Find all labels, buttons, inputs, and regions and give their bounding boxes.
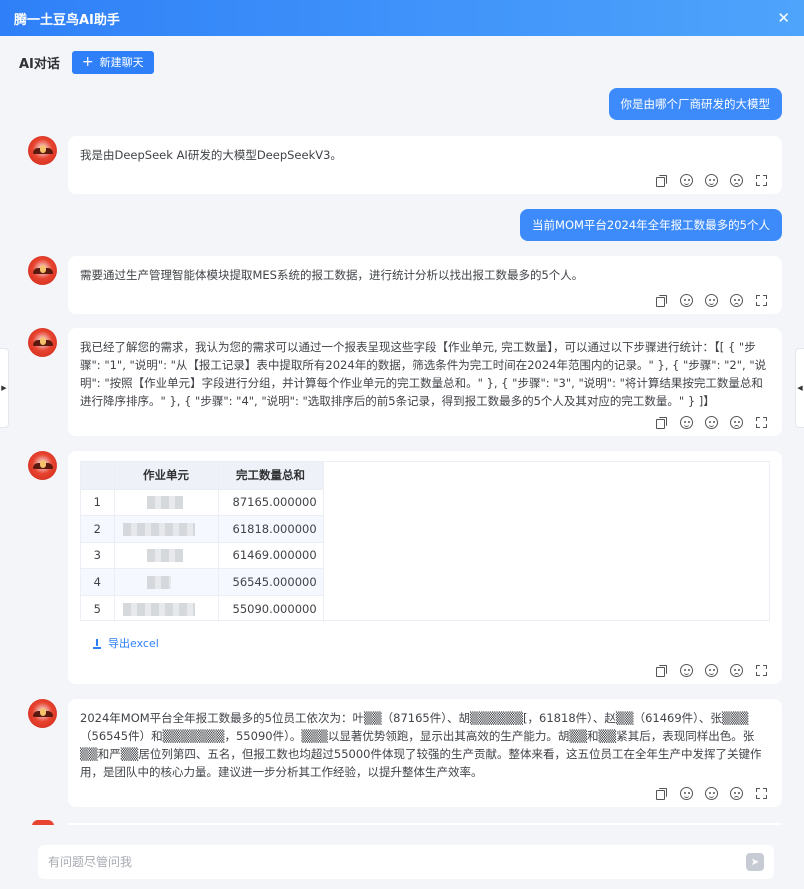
dislike-icon[interactable]	[730, 174, 743, 187]
table-row: 1 87165.000000	[81, 488, 324, 516]
download-icon	[92, 639, 102, 649]
bot-message: 我是由DeepSeek AI研发的大模型DeepSeekV3。	[68, 136, 782, 194]
dislike-icon[interactable]	[730, 416, 743, 429]
fullscreen-icon[interactable]	[755, 416, 768, 429]
bot-avatar	[28, 328, 57, 357]
like-icon[interactable]	[680, 664, 693, 677]
table-row: 4 56545.000000	[81, 568, 324, 595]
user-message: 你是由哪个厂商研发的大模型	[608, 88, 782, 120]
window-title: 腾一土豆鸟AI助手	[14, 12, 120, 28]
row-index: 2	[81, 515, 115, 542]
export-excel-link[interactable]: 导出excel	[92, 635, 770, 653]
send-button[interactable]: ➤	[746, 853, 764, 871]
bot-message-text: 我是由DeepSeek AI研发的大模型DeepSeekV3。	[80, 148, 342, 162]
row-index: 4	[81, 568, 115, 595]
like-icon[interactable]	[680, 294, 693, 307]
chat-input[interactable]	[48, 855, 746, 869]
bot-avatar	[28, 136, 57, 165]
neutral-icon[interactable]	[705, 174, 718, 187]
bot-avatar	[28, 451, 57, 480]
copy-icon[interactable]	[655, 174, 668, 187]
like-icon[interactable]	[680, 174, 693, 187]
new-chat-label: 新建聊天	[99, 56, 144, 69]
redacted-name	[114, 594, 219, 622]
row-value: 61469.000000	[218, 541, 324, 569]
row-value: 56545.000000	[218, 568, 324, 595]
table-row: 3 61469.000000	[81, 541, 324, 569]
dislike-icon[interactable]	[730, 664, 743, 677]
fullscreen-icon[interactable]	[755, 174, 768, 187]
chat-input-box[interactable]: ➤	[38, 845, 774, 879]
close-icon[interactable]: ✕	[777, 10, 790, 26]
copy-icon[interactable]	[655, 294, 668, 307]
bot-avatar	[28, 256, 57, 285]
fullscreen-icon[interactable]	[755, 294, 768, 307]
chat-header: AI对话 + 新建聊天	[0, 36, 804, 88]
new-chat-button[interactable]: + 新建聊天	[71, 50, 154, 74]
bot-message-text: 我已经了解您的需求，我认为您的需求可以通过一个报表呈现这些字段【作业单元, 完工…	[80, 340, 767, 408]
send-icon: ➤	[750, 856, 760, 868]
neutral-icon[interactable]	[705, 294, 718, 307]
bot-avatar	[28, 699, 57, 728]
bot-message: 需要通过生产管理智能体模块提取MES系统的报工数据，进行统计分析以找出报工数最多…	[68, 256, 782, 314]
export-excel-label: 导出excel	[108, 637, 159, 650]
message-actions	[655, 174, 768, 187]
row-index: 1	[81, 488, 115, 516]
neutral-icon[interactable]	[705, 664, 718, 677]
bot-message-partial	[68, 823, 782, 825]
row-value: 55090.000000	[218, 594, 324, 622]
table-row: 5 55090.000000	[81, 594, 324, 622]
plus-icon: +	[81, 54, 94, 70]
result-table: 作业单元 完工数量总和 1 87165.000000 2 61818.00000…	[80, 461, 770, 622]
copy-icon[interactable]	[655, 416, 668, 429]
bot-table-message: 作业单元 完工数量总和 1 87165.000000 2 61818.00000…	[68, 451, 782, 684]
page-title: AI对话	[19, 56, 60, 72]
table-row: 2 61818.000000	[81, 515, 324, 542]
bot-message: 我已经了解您的需求，我认为您的需求可以通过一个报表呈现这些字段【作业单元, 完工…	[68, 328, 782, 436]
copy-icon[interactable]	[655, 787, 668, 800]
bot-avatar-partial	[32, 820, 54, 825]
redacted-name	[114, 541, 219, 569]
table-header-unit: 作业单元	[114, 462, 219, 489]
bot-message-text: 2024年MOM平台全年报工数最多的5位员工依次为：叶▒▒（87165件）、胡▒…	[80, 711, 762, 779]
chat-area[interactable]: 你是由哪个厂商研发的大模型 我是由DeepSeek AI研发的大模型DeepSe…	[0, 88, 804, 825]
row-value: 87165.000000	[218, 488, 324, 516]
table-header-total: 完工数量总和	[218, 462, 324, 489]
table-header-index	[81, 462, 115, 489]
row-value: 61818.000000	[218, 515, 324, 542]
redacted-name	[114, 515, 219, 542]
like-icon[interactable]	[680, 787, 693, 800]
title-bar: 腾一土豆鸟AI助手 ✕	[0, 0, 804, 36]
table-header-row: 作业单元 完工数量总和	[81, 462, 324, 489]
message-actions	[655, 416, 768, 429]
dislike-icon[interactable]	[730, 294, 743, 307]
row-index: 5	[81, 594, 115, 622]
user-message: 当前MOM平台2024年全年报工数最多的5个人	[520, 209, 782, 241]
redacted-name	[114, 568, 219, 595]
bot-message: 2024年MOM平台全年报工数最多的5位员工依次为：叶▒▒（87165件）、胡▒…	[68, 699, 782, 807]
like-icon[interactable]	[680, 416, 693, 429]
bot-message-text: 需要通过生产管理智能体模块提取MES系统的报工数据，进行统计分析以找出报工数最多…	[80, 268, 584, 282]
redacted-name	[114, 488, 219, 516]
row-index: 3	[81, 541, 115, 569]
fullscreen-icon[interactable]	[755, 664, 768, 677]
message-actions	[655, 664, 768, 677]
neutral-icon[interactable]	[705, 416, 718, 429]
neutral-icon[interactable]	[705, 787, 718, 800]
message-actions	[655, 787, 768, 800]
message-actions	[655, 294, 768, 307]
copy-icon[interactable]	[655, 664, 668, 677]
fullscreen-icon[interactable]	[755, 787, 768, 800]
dislike-icon[interactable]	[730, 787, 743, 800]
